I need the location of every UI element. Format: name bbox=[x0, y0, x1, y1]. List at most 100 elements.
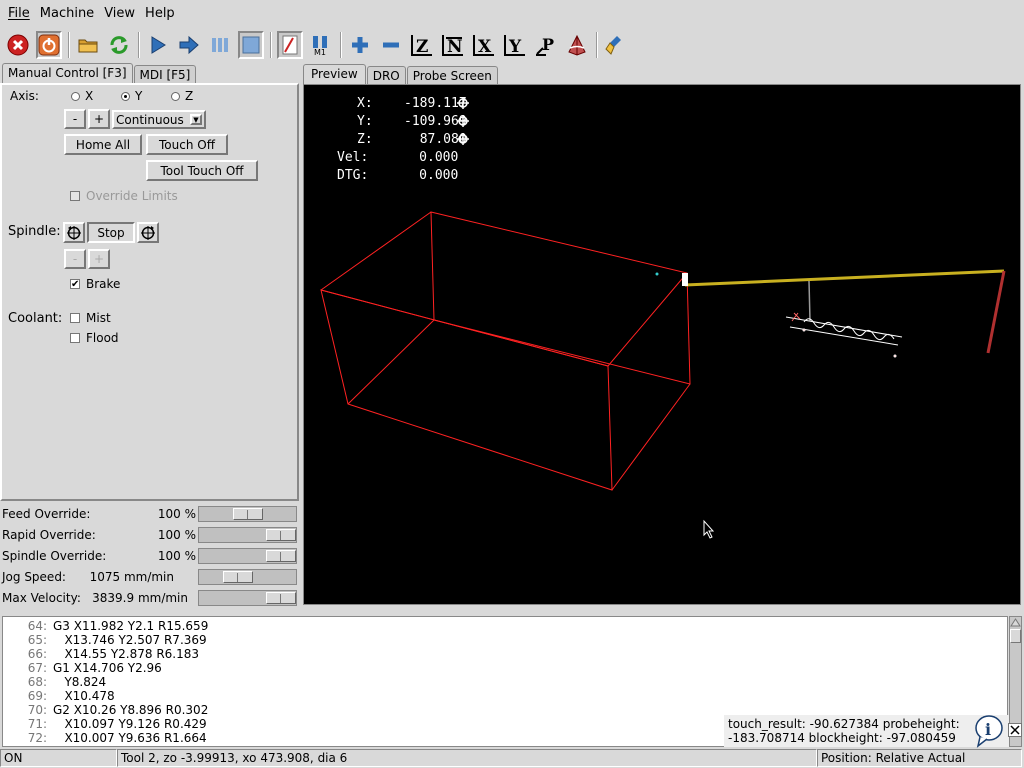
optional-stop-button[interactable]: M1 bbox=[308, 31, 334, 59]
pause-icon bbox=[212, 38, 228, 52]
machine-limits-box bbox=[320, 211, 691, 491]
flood-label: Flood bbox=[86, 331, 119, 345]
open-file-icon bbox=[78, 39, 98, 53]
perspective-button[interactable] bbox=[564, 31, 590, 59]
open-file-button[interactable] bbox=[75, 31, 101, 59]
gcode-line[interactable]: 69: X10.478 bbox=[3, 689, 1007, 703]
spindle-slower-button[interactable]: - bbox=[64, 249, 86, 269]
view-p-icon: P bbox=[536, 35, 554, 56]
view-z-rotated-button[interactable]: N bbox=[440, 31, 466, 59]
axis-y-radio[interactable]: Y bbox=[121, 89, 142, 103]
perspective-icon bbox=[568, 34, 586, 56]
spindle-faster-button[interactable]: + bbox=[88, 249, 110, 269]
step-button[interactable] bbox=[176, 31, 202, 59]
override-limits-checkbox[interactable]: Override Limits bbox=[70, 189, 178, 203]
gcode-line[interactable]: 68: Y8.824 bbox=[3, 675, 1007, 689]
spindle-forward-button[interactable] bbox=[137, 222, 159, 243]
run-icon bbox=[151, 36, 166, 54]
zoom-out-button[interactable] bbox=[378, 31, 404, 59]
axis-x-label: X bbox=[85, 89, 94, 103]
zoom-in-button[interactable] bbox=[347, 31, 373, 59]
gcode-line[interactable]: 65: X13.746 Y2.507 R7.369 bbox=[3, 633, 1007, 647]
tool-info: Tool 2, zo -3.99913, xo 473.908, dia 6 bbox=[117, 749, 817, 767]
gcode-line[interactable]: 64: G3 X11.982 Y2.1 R15.659 bbox=[3, 619, 1007, 633]
max-velocity-slider[interactable] bbox=[198, 590, 297, 606]
power-button[interactable] bbox=[36, 31, 62, 59]
tab-manual-control[interactable]: Manual Control [F3] bbox=[2, 63, 133, 84]
spindle-override-slider[interactable] bbox=[198, 548, 297, 564]
gcode-line[interactable]: 67: G1 X14.706 Y2.96 bbox=[3, 661, 1007, 675]
toolbar-separator bbox=[340, 32, 342, 58]
max-velocity-label: Max Velocity: bbox=[2, 591, 81, 605]
tab-probe-screen[interactable]: Probe Screen bbox=[406, 66, 498, 84]
axis-label: Axis: bbox=[10, 89, 39, 103]
tab-mdi[interactable]: MDI [F5] bbox=[133, 65, 197, 83]
run-button[interactable] bbox=[145, 31, 171, 59]
svg-text:Z: Z bbox=[416, 37, 428, 57]
block-delete-button[interactable] bbox=[277, 31, 303, 59]
slider-thumb[interactable] bbox=[266, 529, 296, 541]
clear-plot-button[interactable] bbox=[603, 31, 629, 59]
radio-dot-selected bbox=[121, 91, 130, 101]
svg-text:X: X bbox=[478, 37, 492, 57]
radio-dot bbox=[71, 91, 80, 101]
tool-touch-off-button[interactable]: Tool Touch Off bbox=[146, 160, 258, 181]
close-icon bbox=[1010, 725, 1020, 735]
spindle-reverse-button[interactable] bbox=[63, 222, 85, 243]
zoom-in-icon bbox=[352, 37, 368, 53]
scrollbar-thumb[interactable] bbox=[1010, 629, 1021, 643]
reload-button[interactable] bbox=[106, 31, 132, 59]
view-y-icon: Y bbox=[504, 35, 525, 57]
jog-minus-button[interactable]: - bbox=[64, 109, 86, 129]
jog-mode-select[interactable]: Continuous ▼ bbox=[112, 110, 206, 129]
rapid-override-slider[interactable] bbox=[198, 527, 297, 543]
axis-z-radio[interactable]: Z bbox=[171, 89, 193, 103]
feed-override-slider[interactable] bbox=[198, 506, 297, 522]
checkbox-box bbox=[70, 313, 80, 323]
tab-dro[interactable]: DRO bbox=[366, 66, 406, 84]
view-y-button[interactable]: Y bbox=[502, 31, 528, 59]
menu-file[interactable]: File bbox=[3, 6, 35, 21]
machine-state: ON bbox=[0, 749, 117, 767]
estop-icon bbox=[7, 34, 29, 56]
gcode-line[interactable]: 66: X14.55 Y2.878 R6.183 bbox=[3, 647, 1007, 661]
jog-speed-slider[interactable] bbox=[198, 569, 297, 585]
view-p-button[interactable]: P bbox=[533, 31, 559, 59]
estop-button[interactable] bbox=[5, 31, 31, 59]
close-tooltip-button[interactable] bbox=[1008, 723, 1022, 737]
view-x-button[interactable]: X bbox=[471, 31, 497, 59]
stop-button[interactable] bbox=[238, 31, 264, 59]
spindle-stop-button[interactable]: Stop bbox=[87, 222, 135, 243]
touch-off-button[interactable]: Touch Off bbox=[146, 134, 228, 155]
brake-checkbox[interactable]: ✔ Brake bbox=[70, 277, 120, 291]
menu-view[interactable]: View bbox=[99, 6, 140, 21]
position-mode: Position: Relative Actual bbox=[817, 749, 1022, 767]
view-z-button[interactable]: Z bbox=[409, 31, 435, 59]
menu-help[interactable]: Help bbox=[140, 6, 180, 21]
toolbar-separator bbox=[68, 32, 70, 58]
svg-text:N: N bbox=[447, 37, 463, 57]
slider-thumb[interactable] bbox=[233, 508, 263, 520]
pause-button[interactable] bbox=[207, 31, 233, 59]
svg-text:Y: Y bbox=[508, 37, 522, 57]
preview-canvas[interactable]: X: -189.117 Y: -109.969 Z: 87.080 Vel: 0.000… bbox=[303, 84, 1021, 605]
menu-machine[interactable]: Machine bbox=[35, 6, 99, 21]
flood-checkbox[interactable]: Flood bbox=[70, 331, 119, 345]
home-all-button[interactable]: Home All bbox=[64, 134, 142, 155]
info-icon[interactable]: i bbox=[972, 714, 1006, 748]
tab-preview[interactable]: Preview bbox=[303, 64, 366, 85]
left-tab-bar: Manual Control [F3] MDI [F5] bbox=[2, 63, 197, 84]
radio-dot bbox=[171, 91, 180, 101]
brake-label: Brake bbox=[86, 277, 121, 291]
slider-thumb[interactable] bbox=[223, 571, 253, 583]
svg-text:P: P bbox=[542, 35, 554, 54]
jog-plus-button[interactable]: + bbox=[88, 109, 110, 129]
slider-thumb[interactable] bbox=[266, 592, 296, 604]
axis-x-radio[interactable]: X bbox=[71, 89, 93, 103]
jog-mode-value: Continuous bbox=[116, 112, 184, 127]
slider-thumb[interactable] bbox=[266, 550, 296, 562]
spindle-override-value: 100 % bbox=[157, 549, 196, 563]
touch-result-tooltip: touch_result: -90.627384 probeheight: -1… bbox=[724, 715, 1009, 747]
mist-checkbox[interactable]: Mist bbox=[70, 311, 111, 325]
optional-stop-icon: M1 bbox=[313, 36, 327, 56]
